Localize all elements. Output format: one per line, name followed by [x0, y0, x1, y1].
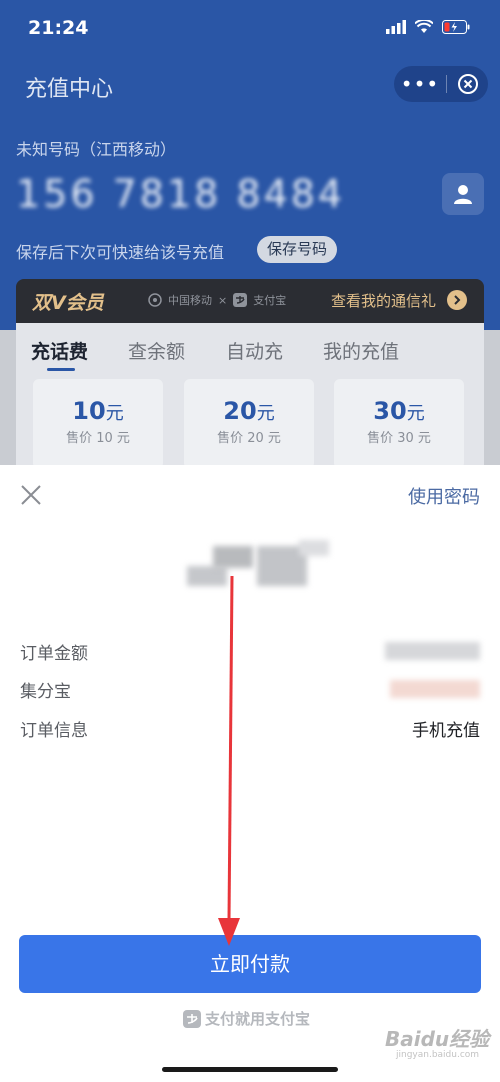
order-amount-row: 订单金额: [20, 639, 480, 665]
amount-option[interactable]: 10元 售价 10 元: [33, 379, 163, 469]
amount-price: 售价 30 元: [367, 431, 431, 446]
contact-icon: [454, 185, 472, 204]
tab-bar: 充话费 查余额 自动充 我的充值: [16, 323, 484, 373]
save-number-button[interactable]: 保存号码: [257, 236, 338, 263]
alipay-slogan: 支付就用支付宝: [205, 1010, 311, 1028]
redacted-value: [385, 642, 480, 660]
phone-number-input[interactable]: 156 7818 8484: [16, 172, 345, 216]
amount-value: 20元: [184, 397, 314, 425]
times-sign: ×: [218, 293, 228, 307]
close-icon: [21, 485, 41, 505]
partner-logos: 中国移动 × 支付宝: [148, 292, 286, 308]
status-time: 21:24: [28, 17, 89, 39]
amount-number: 30: [373, 397, 407, 425]
chevron-right-icon: [447, 290, 467, 310]
baidu-watermark: Baidu经验: [385, 1027, 490, 1051]
tab-balance[interactable]: 查余额: [128, 337, 185, 364]
payment-sheet: 使用密码 订单金额 集分宝 订单信息 手机充值 立即付款 支付就用支付宝 Bai…: [0, 465, 500, 1082]
close-button[interactable]: [447, 73, 488, 95]
order-info-row: 订单信息 手机充值: [20, 716, 480, 742]
recharge-card: 充话费 查余额 自动充 我的充值 10元 售价 10 元 20元 售价 20 元…: [16, 323, 484, 470]
amount-value: 30元: [334, 397, 464, 425]
payment-amount-redacted: [187, 540, 331, 588]
vip-banner[interactable]: 双V会员 中国移动 × 支付宝 查看我的通信礼: [16, 279, 484, 323]
alipay-logo: 支付宝: [253, 294, 287, 307]
sheet-close-button[interactable]: [20, 484, 42, 506]
carrier-label: 未知号码（江西移动）: [16, 140, 177, 159]
tab-auto[interactable]: 自动充: [226, 337, 283, 364]
alipay-footer: 支付就用支付宝: [183, 1008, 310, 1029]
wifi-icon: [415, 20, 433, 33]
vip-gift-link[interactable]: 查看我的通信礼: [331, 290, 436, 311]
china-mobile-icon: [148, 293, 162, 307]
alipay-icon: [233, 293, 248, 307]
contacts-button[interactable]: [442, 173, 484, 215]
order-amount-label: 订单金额: [20, 644, 88, 664]
baidu-watermark-url: jingyan.baidu.com: [396, 1050, 480, 1060]
pay-now-button[interactable]: 立即付款: [19, 935, 481, 993]
signal-icon: [386, 20, 406, 34]
amount-number: 20: [223, 397, 257, 425]
amount-unit: 元: [406, 403, 425, 424]
page-title: 充值中心: [25, 77, 114, 102]
redacted-value: [390, 680, 480, 698]
save-tip: 保存后下次可快速给该号充值: [16, 243, 225, 262]
home-indicator: [162, 1067, 338, 1072]
amount-price: 售价 20 元: [217, 431, 281, 446]
china-mobile-logo: 中国移动: [168, 294, 212, 307]
use-password-link[interactable]: 使用密码: [408, 483, 480, 509]
amount-price: 售价 10 元: [66, 431, 130, 446]
vip-title: 双V会员: [32, 292, 104, 314]
tab-active-indicator: [47, 368, 75, 371]
more-button[interactable]: •••: [394, 66, 446, 102]
close-circle-icon: [457, 74, 478, 94]
order-info-label: 订单信息: [20, 721, 88, 741]
battery-icon: [442, 20, 470, 34]
order-info-value: 手机充值: [412, 721, 480, 741]
tab-my-recharge[interactable]: 我的充值: [323, 337, 399, 364]
points-label: 集分宝: [20, 682, 71, 702]
amount-option[interactable]: 20元 售价 20 元: [184, 379, 314, 469]
amount-value: 10元: [33, 397, 163, 425]
amount-number: 10: [72, 397, 106, 425]
points-row: 集分宝: [20, 677, 480, 703]
tab-recharge[interactable]: 充话费: [31, 337, 88, 364]
amount-option[interactable]: 30元 售价 30 元: [334, 379, 464, 469]
mini-program-capsule: •••: [394, 66, 488, 102]
amount-unit: 元: [256, 403, 275, 424]
status-icons: [386, 20, 470, 34]
amount-unit: 元: [105, 403, 124, 424]
recharge-page: 21:24 充值中心 ••• 未知号码（江西移动） 156 7818 8484 …: [0, 0, 500, 470]
alipay-icon: [183, 1009, 201, 1028]
status-bar: 21:24: [0, 0, 500, 60]
